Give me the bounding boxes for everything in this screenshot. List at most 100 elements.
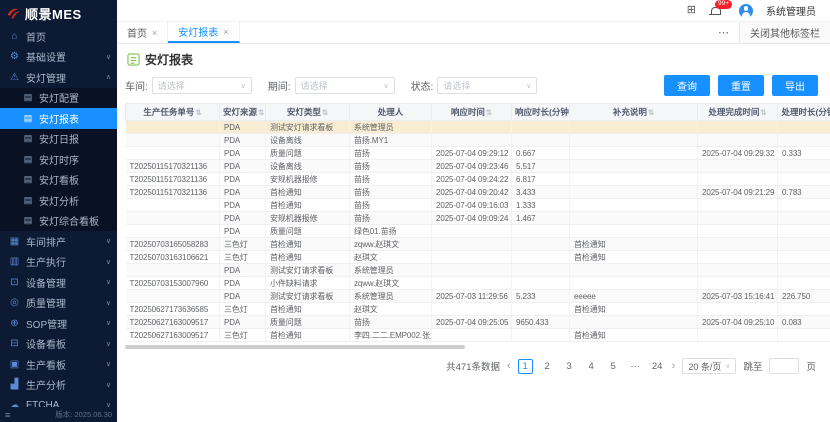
page-size-select[interactable]: 20 条/页 ∨ (682, 358, 736, 374)
column-header-finish-time[interactable]: 处理完成时间⇅ (698, 104, 778, 121)
table-row[interactable]: PDA质量问题绿色01.苗扬 (126, 225, 830, 238)
sidebar-item-device-board[interactable]: ⊟设备看板∨ (0, 334, 117, 355)
tab-home[interactable]: 首页× (117, 22, 168, 43)
column-header-response-duration[interactable]: 响应时长(分钟)⇅ (512, 104, 570, 121)
page-button-3[interactable]: 3 (562, 359, 577, 374)
avatar[interactable] (739, 4, 753, 18)
sort-icon[interactable]: ⇅ (760, 108, 766, 117)
sidebar-item-production-analysis[interactable]: ▟生产分析∨ (0, 375, 117, 396)
table-row[interactable]: T20250627163009517三色灯首检通知李四.二二.EMP002.张主… (126, 329, 830, 342)
column-header-handle-duration[interactable]: 处理时长(分钟)⇅ (778, 104, 830, 121)
table-row[interactable]: T20250703153007960PDA小件缺料请求zqww.赵琪文 (126, 277, 830, 290)
chevron-down-icon: ∨ (106, 299, 111, 307)
column-label: 响应时长(分钟) (515, 107, 570, 117)
tab-andon-report[interactable]: 安灯报表× (168, 22, 239, 43)
sort-icon[interactable]: ⇅ (258, 108, 264, 117)
sidebar-item-label: 安灯时序 (39, 152, 79, 167)
table-row[interactable]: PDA测试安灯请求看板系统管理员 (126, 121, 830, 134)
sidebar-item-label: 基础设置 (26, 49, 66, 64)
table-row[interactable]: T20250115170321136PDA设备离线苗扬2025-07-04 09… (126, 160, 830, 173)
sidebar-item-home[interactable]: ⌂首页 (0, 26, 117, 47)
sidebar-item-production-execution[interactable]: ▥生产执行∨ (0, 252, 117, 273)
column-header-remark[interactable]: 补充说明⇅ (570, 104, 698, 121)
sidebar-item-andon-overview-board[interactable]: ▤安灯综合看板 (0, 211, 117, 232)
prev-page-icon[interactable]: ‹ (507, 360, 511, 372)
sort-icon[interactable]: ⇅ (648, 108, 654, 117)
close-tab-icon[interactable]: × (223, 27, 228, 37)
table-cell: 首检通知 (570, 251, 698, 264)
page-button-2[interactable]: 2 (540, 359, 555, 374)
table-row[interactable]: PDA首检通知苗扬2025-07-04 09:16:031.333 (126, 199, 830, 212)
filter-label: 期间: (268, 78, 291, 93)
table-cell (570, 147, 698, 160)
table-row[interactable]: T20250703165058283三色灯首检通知zqww.赵琪文首检通知 (126, 238, 830, 251)
workshop-select[interactable]: 请选择∨ (152, 77, 252, 94)
bell-icon[interactable]: 99+ (709, 5, 720, 17)
reset-button[interactable]: 重置 (718, 75, 764, 96)
sidebar-item-andon-management[interactable]: ⚠安灯管理∧ (0, 67, 117, 88)
sidebar-item-quality-management[interactable]: ◎质量管理∨ (0, 293, 117, 314)
table-cell (570, 186, 698, 199)
table-row[interactable]: T20250627163009517PDA质量问题苗扬2025-07-04 09… (126, 316, 830, 329)
sidebar-item-basic-settings[interactable]: ⚙基础设置∨ (0, 47, 117, 68)
sidebar-item-andon-board[interactable]: ▤安灯看板 (0, 170, 117, 191)
table-row[interactable]: T20250115170321136PDA首检通知苗扬2025-07-04 09… (126, 186, 830, 199)
table-row[interactable]: PDA测试安灯请求看板系统管理员2025-07-03 11:29:565.233… (126, 290, 830, 303)
collapse-sidebar-icon[interactable]: ≡ (5, 410, 10, 420)
sidebar-item-equipment-management[interactable]: ⊡设备管理∨ (0, 272, 117, 293)
doc-icon: ▤ (23, 92, 33, 103)
period-select[interactable]: 请选择∨ (295, 77, 395, 94)
table-row[interactable]: T20250703163106621三色灯首检通知赵琪文首检通知 (126, 251, 830, 264)
sidebar-item-production-board[interactable]: ▣生产看板∨ (0, 354, 117, 375)
chevron-down-icon: ∨ (106, 340, 111, 348)
close-other-tabs-button[interactable]: 关闭其他标签栏 (739, 22, 830, 43)
sidebar-item-clipped-item[interactable]: ☁FTCHA∨ (0, 395, 117, 407)
column-header-type[interactable]: 安灯类型⇅ (266, 104, 350, 121)
page-button-5[interactable]: 5 (606, 359, 621, 374)
sidebar-item-andon-daily[interactable]: ▤安灯日报 (0, 129, 117, 150)
sidebar-item-sop-management[interactable]: ⊕SOP管理∨ (0, 313, 117, 334)
table-cell (778, 264, 830, 277)
table-cell (698, 277, 778, 290)
sort-icon[interactable]: ⇅ (486, 108, 492, 117)
column-header-response-time[interactable]: 响应时间⇅ (432, 104, 512, 121)
qr-code-icon[interactable]: ⊞ (687, 5, 696, 16)
sort-icon[interactable]: ⇅ (195, 108, 201, 117)
jump-prefix-label: 跳至 (743, 359, 762, 373)
table-cell (570, 225, 698, 238)
query-button[interactable]: 查询 (664, 75, 710, 96)
next-page-icon[interactable]: › (672, 360, 676, 372)
table-row[interactable]: T20250115170321136PDA安规机器报修苗扬2025-07-04 … (126, 173, 830, 186)
table-cell: 首检通知 (570, 303, 698, 316)
sidebar-item-andon-analysis[interactable]: ▤安灯分析 (0, 190, 117, 211)
table-row[interactable]: PDA设备离线苗扬.MY1 (126, 134, 830, 147)
page-button-24[interactable]: 24 (650, 359, 665, 374)
sidebar-item-workshop-scheduling[interactable]: ▦车间排产∨ (0, 231, 117, 252)
table-row[interactable]: PDA测试安灯请求看板系统管理员 (126, 264, 830, 277)
table-header-row: 生产任务单号⇅安灯来源⇅安灯类型⇅处理人响应时间⇅响应时长(分钟)⇅补充说明⇅处… (126, 104, 830, 121)
jump-page-input[interactable] (769, 358, 799, 374)
production-board-icon: ▣ (9, 359, 20, 370)
user-name[interactable]: 系统管理员 (766, 3, 816, 18)
table-row[interactable]: T20250627173636585三色灯首检通知赵琪文首检通知 (126, 303, 830, 316)
status-select[interactable]: 请选择∨ (437, 77, 537, 94)
table-cell (126, 225, 220, 238)
table-row[interactable]: PDA安规机器报修苗扬2025-07-04 09:09:241.467 (126, 212, 830, 225)
table-cell (698, 225, 778, 238)
more-tabs-icon[interactable]: ⋯ (708, 22, 739, 43)
sidebar-item-andon-config[interactable]: ▤安灯配置 (0, 88, 117, 109)
sort-icon[interactable]: ⇅ (322, 108, 328, 117)
table-cell: 三色灯 (220, 303, 266, 316)
chevron-down-icon: ∨ (106, 278, 111, 286)
main-area: ⊞ 99+ 系统管理员 首页×安灯报表× ⋯ 关闭其他标签栏 (117, 0, 830, 422)
sidebar-item-andon-timeline[interactable]: ▤安灯时序 (0, 149, 117, 170)
close-tab-icon[interactable]: × (152, 28, 157, 38)
scrollbar-thumb[interactable] (125, 345, 465, 349)
sidebar-item-andon-report[interactable]: ▤安灯报表 (0, 108, 117, 129)
export-button[interactable]: 导出 (772, 75, 818, 96)
column-header-task-no[interactable]: 生产任务单号⇅ (126, 104, 220, 121)
page-button-4[interactable]: 4 (584, 359, 599, 374)
column-header-source[interactable]: 安灯来源⇅ (220, 104, 266, 121)
page-button-1[interactable]: 1 (518, 359, 533, 374)
table-row[interactable]: PDA质量问题苗扬2025-07-04 09:29:120.6672025-07… (126, 147, 830, 160)
